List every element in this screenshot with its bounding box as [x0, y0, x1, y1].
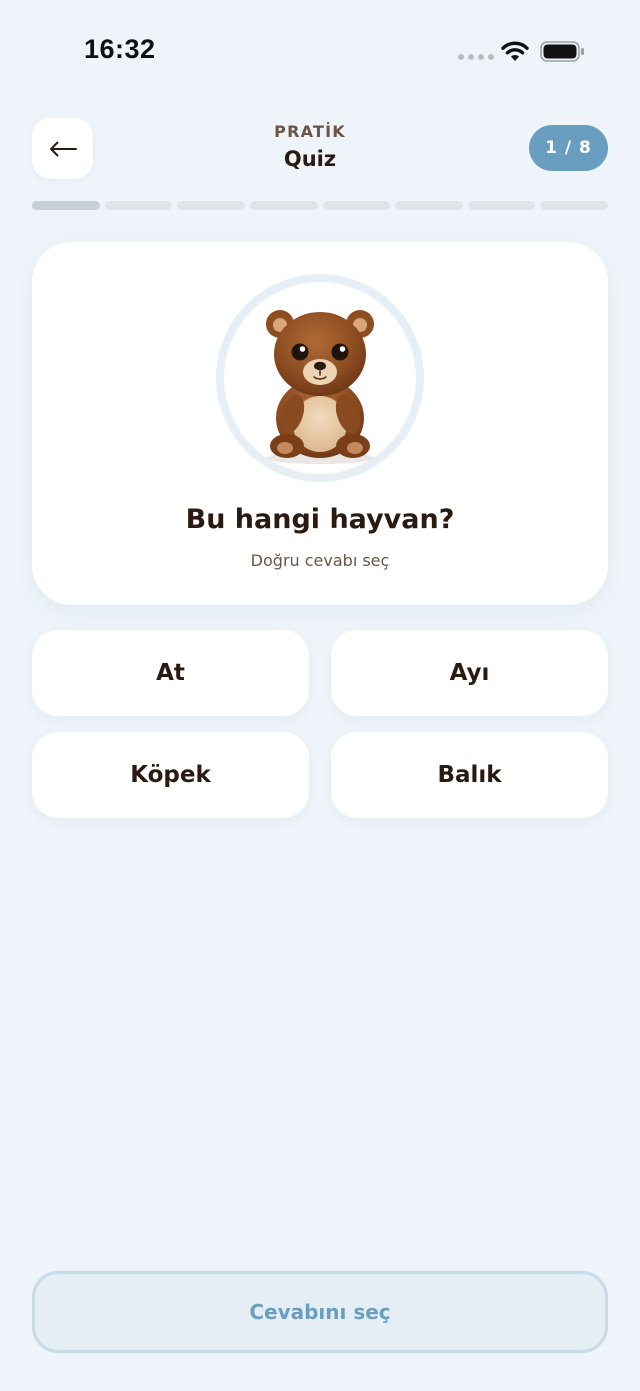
progress-badge: 1 / 8 [529, 125, 608, 171]
progress-segment [32, 201, 100, 210]
status-time: 16:32 [84, 34, 156, 64]
page-title: Quiz [283, 147, 337, 171]
quiz-screen: 16:32 PRATİK Quiz 1 / 8 Bu hangi hayvan?… [0, 0, 640, 1391]
progress-segment [104, 201, 173, 210]
bear-illustration [266, 310, 374, 464]
progress-segment [395, 201, 463, 210]
answer-option-balik[interactable]: Balık [331, 732, 608, 818]
header-eyebrow: PRATİK [274, 122, 346, 141]
progress-segment [467, 201, 536, 210]
progress-segment [540, 201, 608, 210]
progress-segment [249, 201, 318, 210]
animal-image-frame [216, 274, 424, 482]
question-card: Bu hangi hayvan? Doğru cevabı seç [32, 242, 608, 605]
answer-option-kopek[interactable]: Köpek [32, 732, 309, 818]
answer-option-ayi[interactable]: Ayı [331, 630, 608, 716]
battery-icon [540, 41, 584, 62]
submit-answer-button[interactable]: Cevabını seç [32, 1271, 608, 1353]
answer-option-at[interactable]: At [32, 630, 309, 716]
signal-dots-icon [458, 54, 494, 60]
status-bar: 16:32 [0, 0, 640, 100]
progress-segment [322, 201, 391, 210]
progress-bar [32, 201, 608, 210]
progress-segment [177, 201, 245, 210]
question-hint: Doğru cevabı seç [250, 551, 390, 570]
wifi-icon [501, 41, 529, 61]
question-title: Bu hangi hayvan? [185, 504, 455, 535]
